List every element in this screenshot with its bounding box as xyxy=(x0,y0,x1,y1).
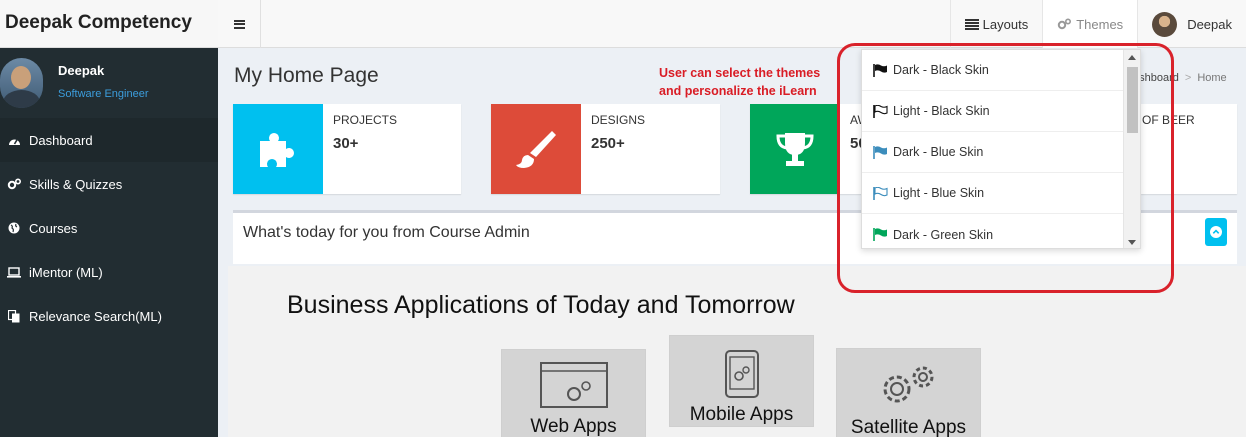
app-tile-caption: Mobile Apps xyxy=(689,404,794,425)
theme-option-label: Light - Blue Skin xyxy=(893,186,985,200)
app-tile-caption: Satellite Apps xyxy=(850,417,967,437)
themes-dropdown: Dark - Black Skin Light - Black Skin Dar… xyxy=(861,49,1141,249)
annotation-text: User can select the themes and personali… xyxy=(659,64,820,100)
sidebar-item-skills-quizzes[interactable]: Skills & Quizzes xyxy=(0,162,218,206)
info-box-awards: AW 50 xyxy=(750,104,869,194)
top-navbar: Layouts Themes Deepak xyxy=(218,0,1246,48)
page-title: My Home Page xyxy=(234,64,379,87)
info-box-icon-area xyxy=(491,104,581,194)
sidebar: Deepak Software Engineer Dashboard Skill… xyxy=(0,48,218,437)
info-box-label: DESIGNS xyxy=(591,113,646,127)
dropdown-scrollbar[interactable] xyxy=(1123,50,1140,248)
globe-icon xyxy=(6,222,22,234)
hamburger-icon xyxy=(233,19,245,29)
flag-icon xyxy=(873,145,888,159)
info-box-icon-area xyxy=(233,104,323,194)
brand-logo[interactable]: Deepak Competency xyxy=(0,0,218,48)
user-menu-label: Deepak xyxy=(1187,16,1232,32)
theme-option-light-blue[interactable]: Light - Blue Skin xyxy=(862,173,1125,214)
theme-option-dark-black[interactable]: Dark - Black Skin xyxy=(862,50,1125,91)
themes-label: Themes xyxy=(1076,16,1124,32)
info-box-label: PROJECTS xyxy=(333,113,398,127)
sidebar-item-label: Skills & Quizzes xyxy=(29,176,123,192)
sidebar-item-imentor[interactable]: iMentor (ML) xyxy=(0,250,218,294)
info-box-designs: DESIGNS 250+ xyxy=(491,104,720,194)
chevron-up-circle-icon xyxy=(1210,226,1222,238)
flag-icon xyxy=(873,63,888,77)
flag-outline-icon xyxy=(873,186,888,200)
scroll-up-arrow-icon[interactable] xyxy=(1128,55,1136,60)
gears-icon xyxy=(883,366,934,403)
sidebar-user-role: Software Engineer xyxy=(58,88,149,100)
copy-icon xyxy=(6,309,22,323)
theme-option-label: Dark - Green Skin xyxy=(893,227,994,242)
annotation-line: and personalize the iLearn xyxy=(659,84,817,98)
app-tile-caption: Web Apps xyxy=(530,416,617,437)
theme-option-label: Dark - Black Skin xyxy=(893,63,989,77)
flag-outline-icon xyxy=(873,104,888,118)
theme-option-dark-blue[interactable]: Dark - Blue Skin xyxy=(862,132,1125,173)
theme-option-label: Light - Black Skin xyxy=(893,104,990,118)
sidebar-item-label: Relevance Search(ML) xyxy=(29,308,162,324)
breadcrumb: ashboard > Home xyxy=(1133,72,1227,84)
info-box-beer: OF BEER xyxy=(1141,104,1237,194)
theme-option-label: Dark - Blue Skin xyxy=(893,145,984,159)
sidebar-item-relevance-search[interactable]: Relevance Search(ML) xyxy=(0,294,218,338)
avatar xyxy=(0,58,43,108)
sidebar-item-label: Dashboard xyxy=(29,132,93,148)
paint-brush-icon xyxy=(516,131,556,168)
info-box-value: 30+ xyxy=(333,135,359,152)
dashboard-icon xyxy=(6,135,22,146)
themes-menu[interactable]: Themes xyxy=(1042,0,1138,48)
layouts-menu[interactable]: Layouts xyxy=(949,0,1043,48)
navbar-right-menu: Layouts Themes Deepak xyxy=(949,0,1246,48)
info-box-icon-area xyxy=(750,104,840,194)
app-tile-satellite: Satellite Apps xyxy=(836,348,981,437)
theme-option-dark-green[interactable]: Dark - Green Skin xyxy=(862,214,1125,248)
list-icon xyxy=(964,18,979,30)
browser-gears-icon xyxy=(540,362,608,408)
annotation-line: User can select the themes xyxy=(659,66,821,80)
cogs-icon xyxy=(1057,18,1072,30)
sidebar-item-courses[interactable]: Courses xyxy=(0,206,218,250)
sidebar-item-label: iMentor (ML) xyxy=(29,264,103,280)
user-menu[interactable]: Deepak xyxy=(1137,0,1246,48)
puzzle-icon xyxy=(260,133,294,167)
info-box-value: 250+ xyxy=(591,135,625,152)
cogs-icon xyxy=(6,178,22,190)
app-tile-mobile: Mobile Apps xyxy=(669,335,814,427)
collapse-button[interactable] xyxy=(1205,218,1227,246)
sidebar-user-name: Deepak xyxy=(58,63,105,78)
course-box-title: What's today for you from Course Admin xyxy=(243,224,530,241)
sidebar-toggle-button[interactable] xyxy=(218,0,261,48)
scrollbar-thumb[interactable] xyxy=(1127,67,1138,133)
layouts-label: Layouts xyxy=(982,16,1029,32)
scroll-down-arrow-icon[interactable] xyxy=(1128,240,1136,245)
tablet-gears-icon xyxy=(725,350,759,398)
breadcrumb-separator: > xyxy=(1184,72,1192,84)
laptop-icon xyxy=(6,266,22,278)
user-avatar xyxy=(1152,11,1178,37)
info-box-label: OF BEER xyxy=(1142,113,1195,127)
user-panel: Deepak Software Engineer xyxy=(0,48,218,118)
info-box-projects: PROJECTS 30+ xyxy=(233,104,461,194)
app-tile-web: Web Apps xyxy=(501,349,646,437)
theme-option-light-black[interactable]: Light - Black Skin xyxy=(862,91,1125,132)
sidebar-item-dashboard[interactable]: Dashboard xyxy=(0,118,218,162)
sidebar-item-label: Courses xyxy=(29,220,78,236)
breadcrumb-current: Home xyxy=(1197,72,1227,84)
banner-title: Business Applications of Today and Tomor… xyxy=(287,291,795,319)
flag-icon xyxy=(873,228,888,241)
trophy-icon xyxy=(776,133,814,166)
